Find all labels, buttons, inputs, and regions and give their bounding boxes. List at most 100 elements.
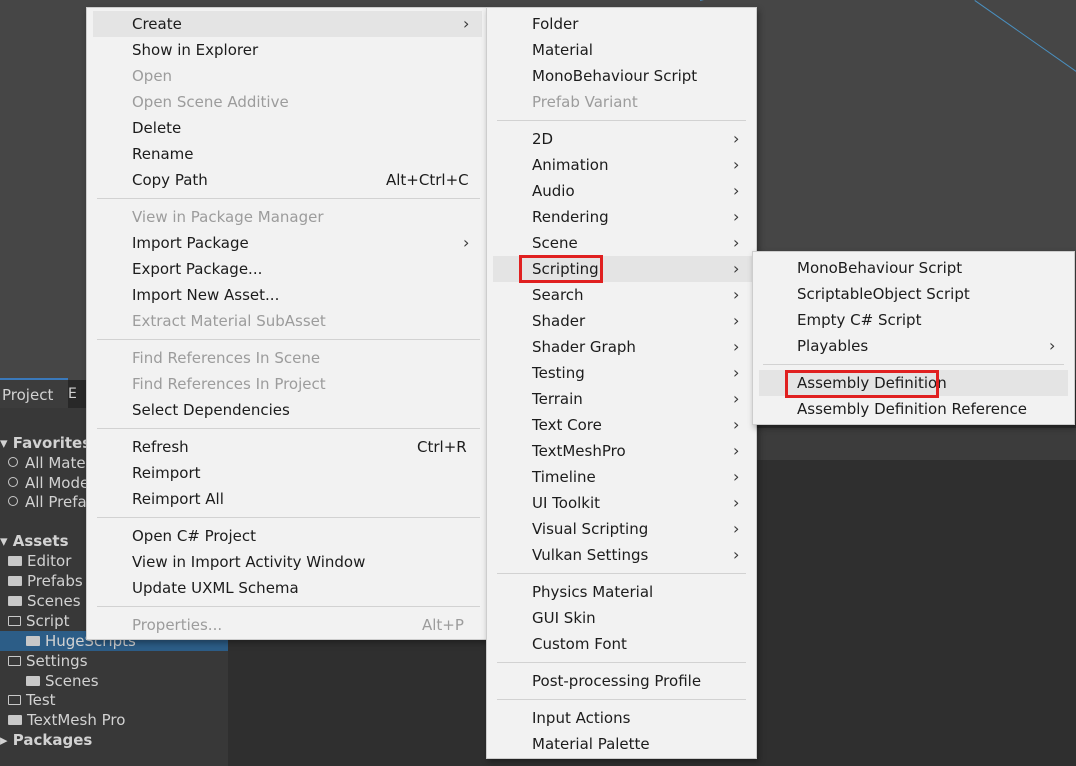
- menu-item-ui-toolkit[interactable]: UI Toolkit ›: [493, 490, 752, 516]
- menu-item-show-in-explorer[interactable]: Show in Explorer: [93, 37, 482, 63]
- packages-header[interactable]: ▸ Packages: [0, 730, 92, 750]
- menu-item-open-csharp-project[interactable]: Open C# Project: [93, 523, 482, 549]
- chevron-right-icon: ›: [463, 14, 470, 33]
- menu-label: Import New Asset...: [132, 286, 280, 304]
- chevron-right-icon: ›: [733, 545, 740, 564]
- menu-item-search[interactable]: Search ›: [493, 282, 752, 308]
- menu-item-update-uxml-schema[interactable]: Update UXML Schema: [93, 575, 482, 601]
- folder-item[interactable]: TextMesh Pro: [8, 710, 125, 730]
- menu-item-gui-skin[interactable]: GUI Skin: [493, 605, 752, 631]
- menu-item-empty-csharp-script[interactable]: Empty C# Script: [759, 307, 1070, 333]
- menu-item-scene[interactable]: Scene ›: [493, 230, 752, 256]
- menu-item-shader[interactable]: Shader ›: [493, 308, 752, 334]
- folder-item[interactable]: Settings: [8, 651, 88, 671]
- menu-item-export-package[interactable]: Export Package...: [93, 256, 482, 282]
- menu-label: Text Core: [532, 416, 602, 434]
- context-menu: Create › Show in Explorer Open Open Scene…: [86, 7, 487, 640]
- menu-label: MonoBehaviour Script: [797, 259, 963, 277]
- menu-label: Shader: [532, 312, 586, 330]
- menu-item-textmeshpro[interactable]: TextMeshPro ›: [493, 438, 752, 464]
- menu-item-monobehaviour-script[interactable]: MonoBehaviour Script: [759, 255, 1070, 281]
- assets-label: Assets: [12, 532, 69, 550]
- menu-item-2d[interactable]: 2D ›: [493, 126, 752, 152]
- menu-item-reimport-all[interactable]: Reimport All: [93, 486, 482, 512]
- menu-item-create[interactable]: Create ›: [93, 11, 482, 37]
- folder-item[interactable]: Editor: [8, 551, 71, 571]
- menu-separator: [97, 517, 480, 518]
- menu-separator: [497, 662, 746, 663]
- menu-label: TextMeshPro: [532, 442, 626, 460]
- tab-project[interactable]: Project: [0, 378, 68, 408]
- menu-item-text-core[interactable]: Text Core ›: [493, 412, 752, 438]
- menu-label: Import Package: [132, 234, 249, 252]
- tab-console[interactable]: E: [68, 380, 88, 408]
- menu-item-refresh[interactable]: Refresh Ctrl+R: [93, 434, 482, 460]
- menu-label: Prefab Variant: [532, 93, 638, 111]
- chevron-right-icon: ›: [463, 233, 470, 252]
- favorite-item[interactable]: All Prefa: [8, 492, 87, 512]
- menu-label: Extract Material SubAsset: [132, 312, 326, 330]
- folder-label: Settings: [26, 652, 88, 670]
- menu-item-delete[interactable]: Delete: [93, 115, 482, 141]
- menu-item-scriptableobject-script[interactable]: ScriptableObject Script: [759, 281, 1070, 307]
- folder-item[interactable]: Prefabs: [8, 571, 83, 591]
- menu-item-post-processing-profile[interactable]: Post-processing Profile: [493, 668, 752, 694]
- menu-item-timeline[interactable]: Timeline ›: [493, 464, 752, 490]
- favorite-item[interactable]: All Mode: [8, 473, 89, 493]
- menu-item-view-import-activity[interactable]: View in Import Activity Window: [93, 549, 482, 575]
- menu-item-material-palette[interactable]: Material Palette: [493, 731, 752, 757]
- menu-item-select-dependencies[interactable]: Select Dependencies: [93, 397, 482, 423]
- menu-item-assembly-definition-reference[interactable]: Assembly Definition Reference: [759, 396, 1070, 422]
- folder-label: Editor: [27, 552, 72, 570]
- menu-label: Copy Path: [132, 171, 208, 189]
- chevron-right-icon: ›: [733, 519, 740, 538]
- menu-label: Open: [132, 67, 173, 85]
- menu-label: Create: [132, 15, 182, 33]
- menu-item-rendering[interactable]: Rendering ›: [493, 204, 752, 230]
- folder-label: Scenes: [27, 592, 81, 610]
- menu-item-physics-material[interactable]: Physics Material: [493, 579, 752, 605]
- menu-item-material[interactable]: Material: [493, 37, 752, 63]
- favorite-item[interactable]: All Mate: [8, 453, 86, 473]
- favorite-label: All Prefa: [25, 493, 87, 511]
- folder-icon: [8, 555, 22, 566]
- menu-item-open-scene-additive: Open Scene Additive: [93, 89, 482, 115]
- folder-item[interactable]: Script: [8, 611, 70, 631]
- assets-header[interactable]: ▾ Assets: [0, 531, 69, 551]
- menu-item-visual-scripting[interactable]: Visual Scripting ›: [493, 516, 752, 542]
- favorite-label: All Mate: [25, 454, 86, 472]
- menu-item-assembly-definition[interactable]: Assembly Definition: [759, 370, 1068, 396]
- chevron-right-icon: ›: [733, 467, 740, 486]
- menu-item-animation[interactable]: Animation ›: [493, 152, 752, 178]
- menu-item-scripting[interactable]: Scripting ›: [493, 256, 752, 282]
- menu-separator: [763, 364, 1064, 365]
- menu-item-folder[interactable]: Folder: [493, 11, 752, 37]
- menu-label: Input Actions: [532, 709, 631, 727]
- menu-item-reimport[interactable]: Reimport: [93, 460, 482, 486]
- menu-separator: [97, 428, 480, 429]
- menu-item-testing[interactable]: Testing ›: [493, 360, 752, 386]
- menu-item-properties: Properties... Alt+P: [93, 612, 482, 638]
- favorites-header[interactable]: ▾ Favorites: [0, 433, 91, 453]
- menu-item-shader-graph[interactable]: Shader Graph ›: [493, 334, 752, 360]
- folder-item[interactable]: Scenes: [26, 671, 99, 691]
- menu-item-input-actions[interactable]: Input Actions: [493, 705, 752, 731]
- menu-item-custom-font[interactable]: Custom Font: [493, 631, 752, 657]
- menu-label: Rendering: [532, 208, 609, 226]
- menu-label: Open C# Project: [132, 527, 256, 545]
- folder-item[interactable]: Scenes: [8, 591, 81, 611]
- folder-icon: [8, 575, 22, 586]
- menu-item-playables[interactable]: Playables ›: [759, 333, 1070, 359]
- packages-label: Packages: [12, 731, 93, 749]
- menu-item-audio[interactable]: Audio ›: [493, 178, 752, 204]
- menu-item-copy-path[interactable]: Copy Path Alt+Ctrl+C: [93, 167, 482, 193]
- menu-item-terrain[interactable]: Terrain ›: [493, 386, 752, 412]
- menu-item-import-new-asset[interactable]: Import New Asset...: [93, 282, 482, 308]
- menu-item-import-package[interactable]: Import Package ›: [93, 230, 482, 256]
- folder-item[interactable]: Test: [8, 690, 56, 710]
- menu-label: Material Palette: [532, 735, 650, 753]
- menu-item-rename[interactable]: Rename: [93, 141, 482, 167]
- menu-item-monobehaviour-script[interactable]: MonoBehaviour Script: [493, 63, 752, 89]
- menu-item-vulkan-settings[interactable]: Vulkan Settings ›: [493, 542, 752, 568]
- menu-label: Search: [532, 286, 584, 304]
